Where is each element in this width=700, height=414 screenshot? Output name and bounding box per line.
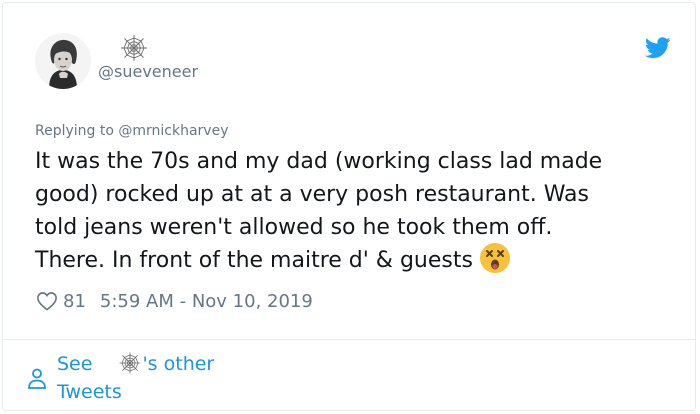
tweet-text: It was the 70s and my dad (working class… [35,145,675,277]
spider-web-icon [118,351,142,375]
tweet-text-line: It was the 70s and my dad (working class… [35,149,603,174]
heart-icon[interactable] [36,291,58,311]
see-label: See [57,353,93,375]
see-other-tweets-link[interactable]: See 's other Tweets [27,350,327,408]
spider-web-icon [119,33,149,63]
tweet-text-line: told jeans weren't allowed so he took th… [35,215,553,240]
person-icon [27,367,47,391]
avatar[interactable] [35,33,91,89]
tweet-timestamp[interactable]: 5:59 AM - Nov 10, 2019 [100,291,313,312]
replying-to-link[interactable]: Replying to @mrnickharvey [35,122,228,140]
tweet-text-line: good) rocked up at at a very posh restau… [35,182,589,207]
user-handle[interactable]: @sueveneer [98,62,198,82]
divider [3,339,695,340]
tweet-meta: 81 5:59 AM - Nov 10, 2019 [36,289,313,313]
like-count: 81 [63,290,86,312]
tweet-text-line: There. In front of the maitre d' & guest… [35,242,675,277]
tweet-text-line-content: There. In front of the maitre d' & guest… [35,248,473,273]
astonished-face-emoji [479,242,511,274]
see-other-line: See 's other [57,352,214,377]
tweets-label: Tweets [57,381,122,403]
tweet-card: @sueveneer Replying to @mrnickharvey It … [2,2,696,411]
others-label: 's other [142,353,215,375]
twitter-bird-icon[interactable] [644,37,671,59]
